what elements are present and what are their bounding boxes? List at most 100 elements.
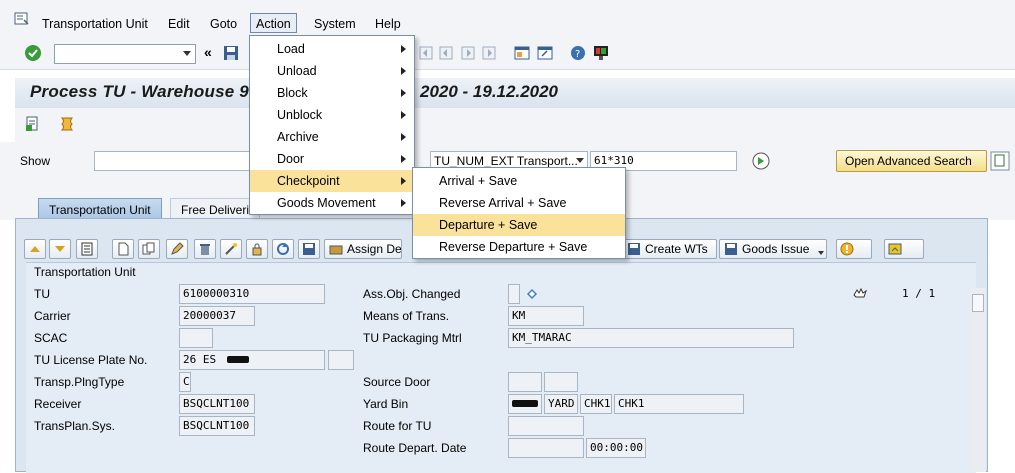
source-door-field[interactable] [508, 372, 542, 392]
scrollbar-thumb[interactable] [972, 294, 984, 312]
menu-edit[interactable]: Edit [166, 14, 192, 34]
move-down-button[interactable] [49, 239, 71, 259]
submenu-item-departure-save[interactable]: Departure + Save [413, 214, 625, 236]
license-plate-label: TU License Plate No. [34, 353, 148, 367]
display-change-icon[interactable] [25, 116, 41, 132]
search-field-select-value: TU_NUM_EXT Transport... [434, 154, 578, 168]
assign-icon [329, 245, 343, 255]
menu-item-unload[interactable]: Unload [250, 60, 414, 82]
command-field[interactable] [54, 44, 196, 64]
triangle-up-icon [30, 246, 40, 252]
page-title-dates: 2020 - 19.12.2020 [420, 82, 559, 101]
delete-button[interactable] [194, 239, 216, 259]
assign-deliveries-button[interactable]: Assign De [324, 239, 402, 259]
menu-goto[interactable]: Goto [208, 14, 239, 34]
new-button[interactable] [112, 239, 134, 259]
menu-item-unblock[interactable]: Unblock [250, 104, 414, 126]
menu-help[interactable]: Help [373, 14, 403, 34]
layout-icon [888, 243, 902, 255]
first-page-icon[interactable] [418, 45, 434, 61]
save-icon[interactable] [223, 45, 239, 61]
yard-bin-redacted-field[interactable] [508, 394, 542, 414]
script-icon[interactable] [59, 116, 75, 132]
refresh-button[interactable] [272, 239, 294, 259]
shortcut-icon[interactable] [537, 45, 553, 61]
route-depart-time-field[interactable]: 00:00:00 [586, 438, 646, 458]
carrier-field[interactable]: 20000037 [179, 306, 255, 326]
create-wts-button[interactable]: Create WTs [622, 239, 717, 259]
menu-item-goods-movement[interactable]: Goods Movement [250, 192, 414, 214]
goods-issue-label: Goods Issue [742, 242, 810, 256]
menu-action[interactable]: Action [250, 13, 297, 33]
tu-field[interactable]: 6100000310 [179, 284, 325, 304]
execute-search-icon[interactable] [752, 152, 770, 170]
menu-item-load[interactable]: Load [250, 38, 414, 60]
page-title: Process TU - Warehouse 9 [30, 82, 249, 101]
receiver-label: Receiver [34, 397, 82, 411]
show-input[interactable] [94, 151, 254, 171]
customize-layout-icon[interactable] [593, 45, 609, 61]
means-of-trans-field[interactable]: KM [508, 306, 584, 326]
save-icon [303, 243, 315, 255]
receiver-field[interactable]: BSQCLNT100 [179, 394, 255, 414]
layout-button[interactable] [884, 239, 924, 259]
move-up-button[interactable] [24, 239, 46, 259]
route-for-tu-field[interactable] [508, 416, 584, 436]
transplan-sys-field[interactable]: BSQCLNT100 [179, 416, 255, 436]
collapse-arrows-icon[interactable]: « [204, 44, 212, 60]
assign-deliveries-label: Assign De [347, 242, 402, 256]
license-plate-extra-field[interactable] [328, 350, 354, 370]
transportation-unit-group: Transportation Unit TU 6100000310 Carrie… [26, 262, 976, 473]
app-menu-icon[interactable] [14, 12, 30, 26]
menu-item-checkpoint[interactable]: Checkpoint [250, 170, 414, 192]
redacted-block [227, 356, 249, 363]
menu-system[interactable]: System [312, 14, 358, 34]
vertical-scrollbar[interactable] [970, 288, 986, 472]
save-button[interactable] [298, 239, 320, 259]
source-door-extra-field[interactable] [544, 372, 578, 392]
application-toolbar [15, 108, 1015, 142]
copy-button[interactable] [138, 239, 160, 259]
route-depart-date-field[interactable] [508, 438, 584, 458]
copy-icon[interactable] [990, 151, 1010, 171]
menu-item-block[interactable]: Block [250, 82, 414, 104]
submenu-item-reverse-departure-save[interactable]: Reverse Departure + Save [413, 236, 625, 258]
yard-bin-type-field[interactable]: YARD [544, 394, 578, 414]
submenu-item-arrival-save[interactable]: Arrival + Save [413, 170, 625, 192]
scac-field[interactable] [179, 328, 213, 348]
submenu-item-reverse-arrival-save[interactable]: Reverse Arrival + Save [413, 192, 625, 214]
tu-packaging-mtrl-field[interactable]: KM_TMARAC [508, 328, 794, 348]
previous-page-icon[interactable] [438, 45, 454, 61]
menu-item-archive[interactable]: Archive [250, 126, 414, 148]
license-plate-field[interactable]: 26 ES [179, 350, 325, 370]
edit-button[interactable] [166, 239, 188, 259]
submenu-arrow-icon [401, 177, 406, 185]
goods-issue-button[interactable]: Goods Issue [719, 239, 827, 259]
lock-button[interactable] [246, 239, 268, 259]
triangle-down-icon [55, 246, 65, 252]
menu-item-unblock-label: Unblock [277, 108, 323, 122]
tab-transportation-unit[interactable]: Transportation Unit [38, 198, 162, 220]
menu-transportation-unit[interactable]: Transportation Unit [40, 14, 150, 34]
ass-obj-changed-checkbox[interactable] [508, 284, 520, 304]
create-wts-label: Create WTs [645, 242, 708, 256]
transp-plng-type-field[interactable]: C [179, 372, 191, 392]
alert-icon [840, 242, 854, 256]
menu-item-door[interactable]: Door [250, 148, 414, 170]
alerts-button[interactable] [836, 239, 872, 259]
goods-issue-icon [725, 243, 737, 255]
open-advanced-search-button[interactable]: Open Advanced Search [836, 150, 987, 172]
tab-free-deliveries[interactable]: Free Deliveri [170, 198, 260, 220]
magic-wand-button[interactable] [220, 239, 242, 259]
next-page-icon[interactable] [460, 45, 476, 61]
help-icon[interactable]: ? [570, 45, 586, 61]
enter-checkmark-icon[interactable] [24, 44, 42, 62]
hand-cursor-icon[interactable] [852, 287, 868, 301]
new-session-icon[interactable] [514, 45, 530, 61]
last-page-icon[interactable] [481, 45, 497, 61]
yard-bin-section-field[interactable]: CHK1 [580, 394, 612, 414]
menu-item-load-label: Load [277, 42, 305, 56]
yard-bin-field[interactable]: CHK1 [614, 394, 744, 414]
menu-item-archive-label: Archive [277, 130, 319, 144]
details-button[interactable] [76, 239, 98, 259]
